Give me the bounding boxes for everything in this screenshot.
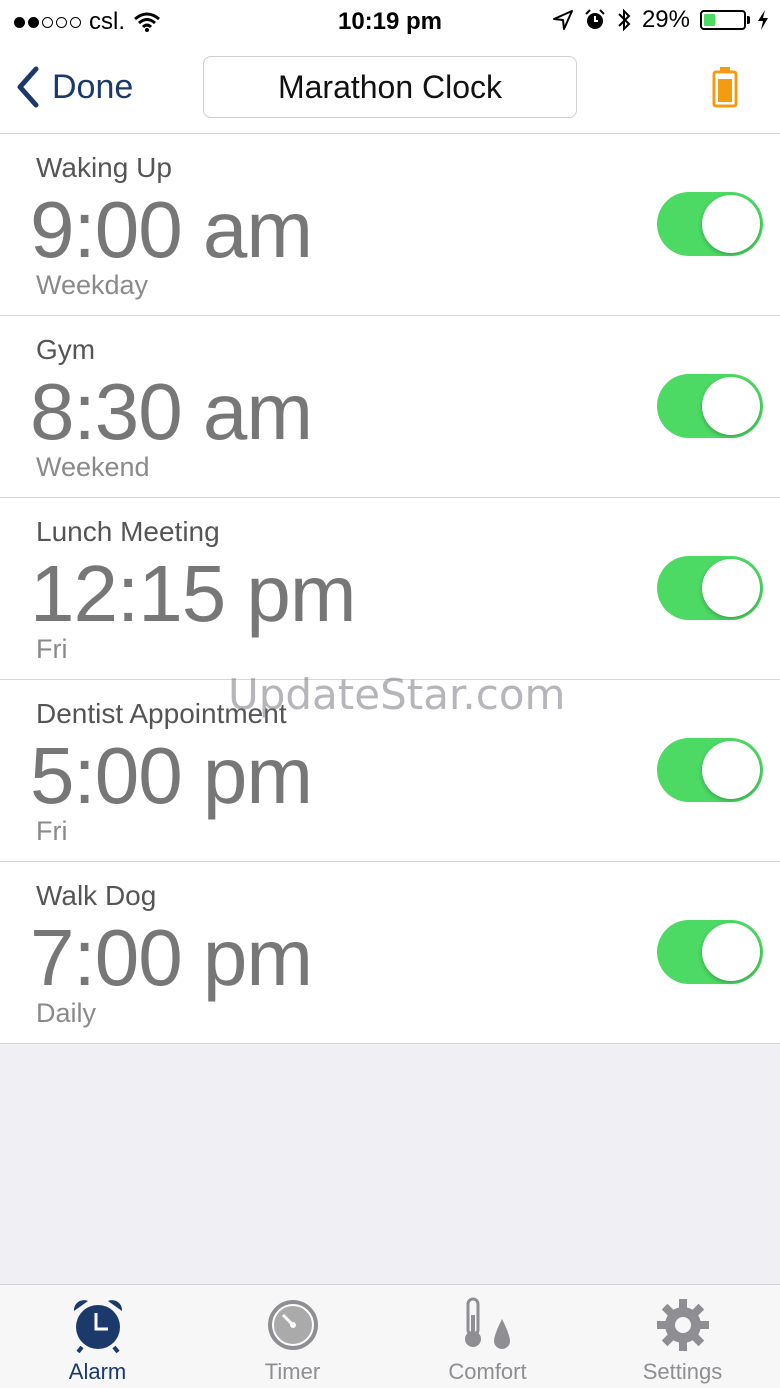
alarm-row[interactable]: Waking Up 9:00 am Weekday xyxy=(0,134,780,316)
alarm-toggle[interactable] xyxy=(657,374,763,438)
alarm-label: Waking Up xyxy=(36,152,172,183)
location-arrow-icon xyxy=(552,10,573,30)
alarm-toggle[interactable] xyxy=(657,920,763,984)
chevron-left-icon xyxy=(17,66,39,108)
timer-icon xyxy=(267,1300,318,1350)
alarm-toggle[interactable] xyxy=(657,738,763,802)
alarm-toggle[interactable] xyxy=(657,556,763,620)
phone-battery-button[interactable] xyxy=(712,66,738,113)
watermark: UpdateStar.com xyxy=(228,670,566,719)
gear-icon xyxy=(656,1299,709,1351)
thermometer-drop-icon xyxy=(464,1297,510,1349)
charging-bolt-icon xyxy=(758,10,768,30)
done-button[interactable]: Done xyxy=(16,66,133,108)
alarm-repeat: Fri xyxy=(36,816,68,846)
alarm-toggle[interactable] xyxy=(657,192,763,256)
page-title[interactable]: Marathon Clock xyxy=(203,56,577,118)
done-label: Done xyxy=(52,67,134,106)
alarm-label: Walk Dog xyxy=(36,880,157,911)
tab-label: Timer xyxy=(264,1359,321,1384)
tab-timer[interactable]: Timer xyxy=(195,1285,390,1388)
battery-fill xyxy=(704,14,715,26)
battery-icon xyxy=(700,10,750,30)
alarm-time: 7:00 pm xyxy=(30,913,313,1002)
tab-label: Comfort xyxy=(448,1359,527,1384)
tab-settings[interactable]: Settings xyxy=(585,1285,780,1388)
alarm-row[interactable]: Gym 8:30 am Weekend xyxy=(0,316,780,498)
alarm-label: Lunch Meeting xyxy=(36,516,220,547)
battery-percent: 29% xyxy=(641,6,690,33)
alarm-status-icon xyxy=(585,9,605,29)
alarm-time: 9:00 am xyxy=(30,185,313,274)
battery-vertical-icon xyxy=(712,67,738,108)
bluetooth-icon xyxy=(618,8,631,32)
alarm-repeat: Daily xyxy=(36,998,97,1028)
alarm-time: 12:15 pm xyxy=(30,549,357,638)
alarm-row[interactable]: Walk Dog 7:00 pm Daily xyxy=(0,862,780,1044)
tab-alarm[interactable]: Alarm xyxy=(0,1285,195,1388)
navigation-bar: Done Marathon Clock xyxy=(0,44,780,134)
alarm-repeat: Weekday xyxy=(36,270,149,300)
status-bar: csl. 10:19 pm 29% xyxy=(0,0,780,44)
tab-label: Alarm xyxy=(68,1359,127,1384)
alarm-clock-icon xyxy=(73,1300,122,1353)
alarm-row[interactable]: Lunch Meeting 12:15 pm Fri xyxy=(0,498,780,680)
status-right: 29% xyxy=(552,6,770,34)
alarm-label: Gym xyxy=(36,334,96,365)
tab-comfort[interactable]: Comfort xyxy=(390,1285,585,1388)
alarm-list: Waking Up 9:00 am Weekday Gym 8:30 am We… xyxy=(0,134,780,1044)
alarm-time: 5:00 pm xyxy=(30,731,313,820)
tab-label: Settings xyxy=(642,1359,723,1384)
alarm-time: 8:30 am xyxy=(30,367,313,456)
alarm-repeat: Weekend xyxy=(36,452,150,482)
tab-bar: Alarm Timer Comfort Settings xyxy=(0,1284,780,1388)
alarm-repeat: Fri xyxy=(36,634,68,664)
